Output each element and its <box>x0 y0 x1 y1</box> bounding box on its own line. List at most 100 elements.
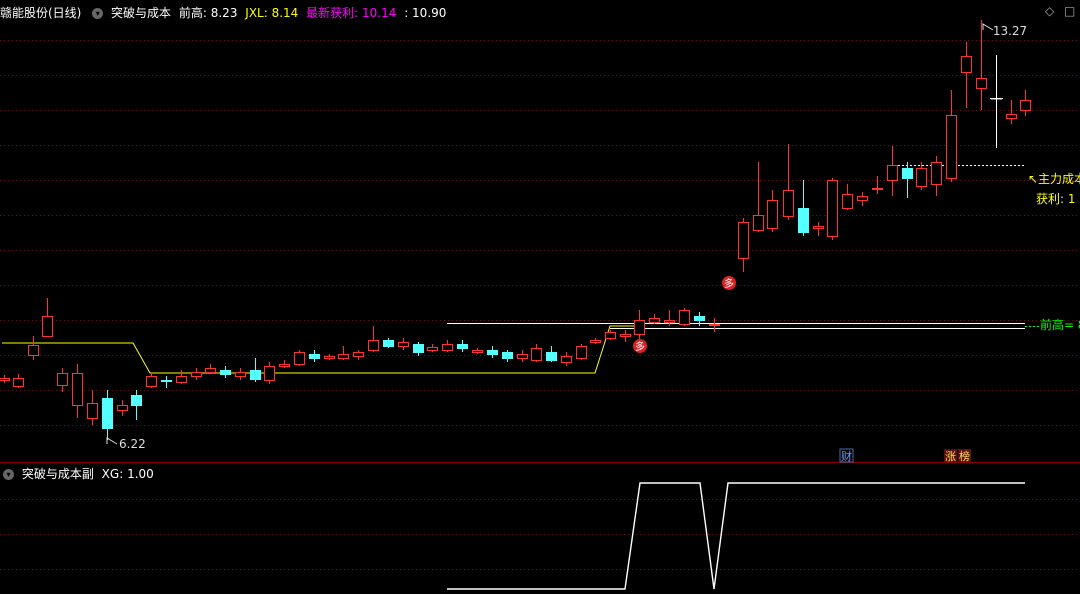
candle-body <box>398 342 409 347</box>
candle-body <box>620 334 631 337</box>
candle-body <box>1006 114 1017 119</box>
candle-body <box>42 316 53 337</box>
candle-body <box>679 310 690 325</box>
candle-body <box>13 378 24 387</box>
candle-body <box>1020 100 1031 111</box>
xg-signal-line <box>447 482 1025 590</box>
bang-tag-text: 榜 <box>959 449 970 463</box>
candle <box>931 156 942 196</box>
candle <box>827 178 838 240</box>
candle <box>738 218 749 272</box>
candle <box>916 162 927 190</box>
xg-value: 1.00 <box>127 467 154 481</box>
candle-body <box>279 364 290 367</box>
candle <box>442 340 453 352</box>
candle <box>191 368 202 380</box>
bang-tag: 榜 <box>958 449 971 463</box>
candle <box>649 314 660 324</box>
candle <box>531 344 542 362</box>
indicator-name: 突破与成本 <box>111 6 172 20</box>
candle-body <box>457 344 468 349</box>
chevron-down-icon[interactable]: ▾ <box>92 8 104 19</box>
candle-body <box>442 344 453 351</box>
candle-body <box>117 405 128 411</box>
candle-body <box>353 352 364 357</box>
candle <box>205 364 216 374</box>
candle <box>294 350 305 366</box>
candle <box>324 354 335 360</box>
buy-signal-text: 多 <box>635 340 645 353</box>
maximize-icon[interactable]: □ <box>1064 4 1075 18</box>
buy-signal-text: 多 <box>724 277 734 290</box>
candle-body <box>813 226 824 229</box>
qiangao-value: 8.23 <box>210 6 238 20</box>
high-price-arrow <box>982 23 994 31</box>
candle-body <box>561 356 572 363</box>
candle <box>842 184 853 210</box>
zhang-tag: 涨 <box>944 449 957 463</box>
candle <box>264 362 275 384</box>
qiangao-label: 前高: <box>178 6 211 20</box>
candle-body <box>235 372 246 377</box>
candle-body <box>220 370 231 375</box>
candle-body <box>946 115 957 179</box>
candle <box>1006 100 1017 124</box>
candle <box>413 342 424 356</box>
candle-body <box>161 380 172 382</box>
candle-body <box>102 398 113 429</box>
candle-body <box>694 316 705 321</box>
candle-body <box>413 344 424 353</box>
candle <box>976 20 987 110</box>
candle <box>487 346 498 358</box>
candle <box>813 222 824 236</box>
main-chart-pane[interactable]: 多多13.276.22↖主力成本获利: 1前高= 8财涨榜 赣能股份(日线) ▾… <box>0 0 1080 463</box>
candle <box>620 330 631 342</box>
chevron-down-icon[interactable]: ▾ <box>3 469 14 480</box>
candlestick-chart[interactable]: 多多13.276.22↖主力成本获利: 1前高= 8财涨榜 <box>0 0 1080 463</box>
candle <box>383 338 394 348</box>
candle-body <box>902 168 913 179</box>
candle <box>605 330 616 340</box>
jxl-value: 8.14 <box>271 6 299 20</box>
candle <box>1020 90 1031 116</box>
candle <box>57 368 68 392</box>
buy-signal-badge: 多 <box>722 276 736 290</box>
candle-body <box>872 188 883 190</box>
candle-body <box>338 354 349 359</box>
zuixin-value: 10.14 <box>362 6 397 20</box>
high-price-label: 13.27 <box>993 24 1027 38</box>
candle <box>117 400 128 416</box>
candle <box>176 370 187 384</box>
candle-body <box>72 373 83 406</box>
candle <box>427 344 438 352</box>
candle <box>131 390 142 420</box>
candle-body <box>827 180 838 237</box>
candle <box>309 350 320 362</box>
candle <box>250 358 261 382</box>
candle <box>857 192 868 206</box>
candle <box>398 338 409 350</box>
candle-body <box>931 162 942 185</box>
sub-indicator-name: 突破与成本副 <box>21 467 94 481</box>
diamond-icon[interactable]: ◇ <box>1045 4 1054 18</box>
candle <box>902 162 913 198</box>
cai-tag: 财 <box>839 448 854 463</box>
candle <box>961 42 972 108</box>
cai-tag-text: 财 <box>841 449 852 463</box>
candle-body <box>753 215 764 231</box>
candle-body <box>976 78 987 89</box>
candle <box>279 360 290 368</box>
candle-body <box>487 350 498 355</box>
jxl-label: JXL: <box>245 6 272 20</box>
sub-chart-pane[interactable]: ▾ 突破与成本副 XG: 1.00 <box>0 464 1080 594</box>
candle <box>87 390 98 425</box>
candle-body <box>294 352 305 365</box>
candle-body <box>57 373 68 386</box>
candle <box>72 364 83 418</box>
candle <box>28 336 39 360</box>
candle-body <box>664 320 675 323</box>
candle <box>338 346 349 360</box>
candle <box>457 340 468 352</box>
xg-line-chart[interactable] <box>0 464 1080 594</box>
yellow-cost-line <box>2 325 640 374</box>
